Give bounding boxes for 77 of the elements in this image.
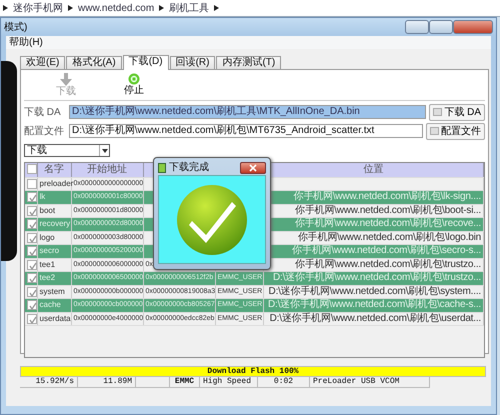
status-cell: 0:02 bbox=[258, 377, 310, 388]
table-cell: system bbox=[40, 286, 65, 296]
chevron-icon bbox=[159, 5, 164, 11]
field-label: 下载 DA bbox=[24, 106, 62, 120]
checkbox[interactable] bbox=[27, 192, 37, 202]
table-cell: D:\迷你手机网\www.netded.com\刷机包\system.... bbox=[268, 286, 481, 297]
maximize-button[interactable] bbox=[429, 20, 453, 34]
path-field[interactable]: D:\迷你手机网\www.netded.com\刷机包\MT6735_Android_scatter.txt bbox=[69, 124, 423, 138]
table-cell: boot bbox=[40, 206, 56, 215]
table-cell: tee2 bbox=[40, 273, 56, 282]
success-check-icon bbox=[176, 184, 248, 256]
progress-label: Download Flash 100% bbox=[207, 367, 299, 376]
tab[interactable]: 内存测试(T) bbox=[216, 56, 282, 69]
checkbox[interactable] bbox=[27, 286, 37, 297]
column-header: 名字 bbox=[37, 163, 71, 177]
chevron-icon bbox=[3, 5, 8, 11]
field-label: 配置文件 bbox=[24, 124, 65, 138]
close-button[interactable] bbox=[240, 162, 266, 174]
dropdown-arrow-icon bbox=[102, 148, 108, 152]
tab[interactable]: 下载(D) bbox=[122, 55, 169, 70]
table-cell: 你手机网\www.netded.com\刷机包\boot-si... bbox=[294, 204, 481, 216]
toolbar-button[interactable]: 停止 bbox=[124, 73, 144, 100]
table-cell: userdata bbox=[40, 314, 71, 323]
breadcrumb-item[interactable]: www.netded.com bbox=[78, 0, 154, 16]
checkbox[interactable] bbox=[27, 273, 37, 284]
table-cell: 你手机网\www.netded.com\刷机包\recove... bbox=[294, 218, 481, 230]
table-cell: cache bbox=[40, 300, 61, 310]
table-cell: lk bbox=[40, 192, 46, 202]
checkbox[interactable] bbox=[27, 206, 37, 216]
minimize-button[interactable] bbox=[405, 20, 429, 34]
status-cell: EMMC bbox=[170, 377, 200, 388]
chevron-icon bbox=[68, 5, 73, 11]
path-field[interactable]: D:\迷你手机网\www.netded.com\刷机工具\MTK_AllInOne_DA.bin bbox=[69, 105, 426, 119]
column-header: 开始地址 bbox=[71, 163, 143, 177]
breadcrumb-item[interactable]: 迷你手机网 bbox=[13, 0, 63, 16]
table-cell: D:\迷你手机网\www.netded.com\刷机包\trustzo... bbox=[272, 272, 481, 284]
close-icon bbox=[249, 164, 257, 172]
checkbox[interactable] bbox=[27, 219, 37, 230]
stop-icon bbox=[128, 73, 140, 85]
table-cell: recovery bbox=[40, 219, 70, 228]
table-cell: D:\迷你手机网\www.netded.com\刷机包\userdat... bbox=[270, 312, 481, 324]
tab[interactable]: 欢迎(E) bbox=[20, 56, 66, 69]
table-cell: 你手机网\www.netded.com\刷机包\trustzo... bbox=[294, 258, 481, 270]
dialog-title: 下载完成 bbox=[169, 160, 209, 175]
window-title: 模式) bbox=[4, 20, 28, 34]
status-cell: 11.89M bbox=[78, 377, 136, 388]
table-cell: D:\迷你手机网\www.netded.com\刷机包\cache-s... bbox=[268, 299, 481, 310]
status-cell: PreLoader USB VCOM bbox=[310, 377, 430, 388]
table-cell: 你手机网\www.netded.com\刷机包\logo.bin bbox=[298, 232, 481, 243]
table-cell: 你手机网\www.netded.com\刷机包\lk-sign.... bbox=[294, 191, 481, 202]
status-cell: High Speed bbox=[200, 377, 258, 388]
table-cell: tee1 bbox=[40, 260, 56, 269]
checkbox[interactable] bbox=[27, 300, 37, 310]
folder-icon bbox=[433, 108, 442, 116]
browse-button[interactable]: 下载 DA bbox=[429, 104, 485, 120]
breadcrumb-item[interactable]: 刷机工具 bbox=[169, 0, 210, 16]
chevron-icon bbox=[214, 5, 220, 11]
app-icon bbox=[158, 162, 166, 172]
checkbox[interactable] bbox=[27, 232, 37, 243]
checkbox[interactable] bbox=[27, 178, 37, 189]
browse-button[interactable]: 配置文件 bbox=[426, 122, 485, 140]
table-cell: preloader bbox=[40, 178, 74, 188]
dropdown-value: 下载 bbox=[27, 145, 47, 156]
menu-item[interactable]: 帮助(H) bbox=[9, 35, 43, 50]
status-cell: 15.92M/s bbox=[20, 377, 78, 388]
table-cell: secro bbox=[40, 246, 60, 256]
table-cell: logo bbox=[40, 232, 55, 242]
tab[interactable]: 回读(R) bbox=[170, 56, 216, 69]
folder-icon bbox=[430, 127, 439, 135]
tab[interactable]: 格式化(A) bbox=[66, 56, 122, 69]
checkbox[interactable] bbox=[27, 246, 37, 256]
down-arrow-icon bbox=[60, 73, 72, 86]
checkbox[interactable] bbox=[27, 260, 37, 270]
mode-dropdown[interactable]: 下载 bbox=[24, 144, 110, 157]
checkbox[interactable] bbox=[27, 314, 37, 324]
table-cell: 你手机网\www.netded.com\刷机包\secro-s... bbox=[292, 245, 481, 256]
checkbox[interactable] bbox=[27, 164, 37, 174]
